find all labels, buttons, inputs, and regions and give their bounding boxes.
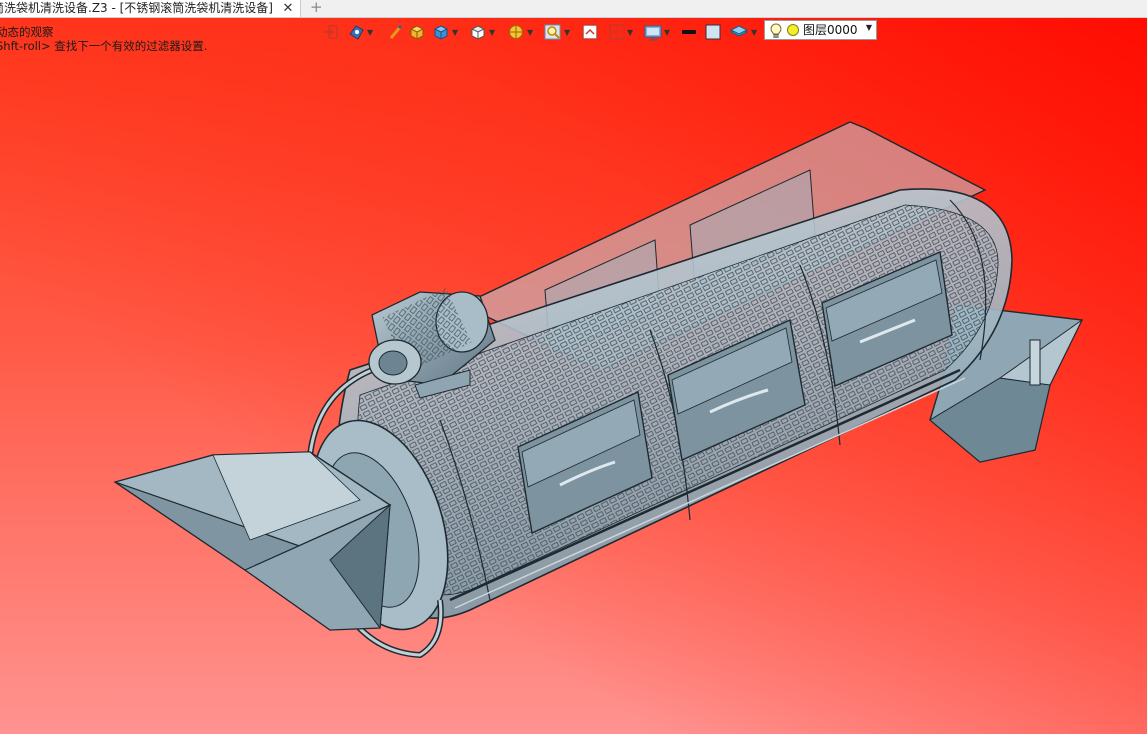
display-settings-icon[interactable]	[644, 22, 662, 42]
status-message-line-2: Shft-roll> 查找下一个有效的过滤器设置.	[0, 39, 208, 53]
view-cube-dropdown-icon[interactable]: ▼	[452, 28, 458, 37]
drum-washer-model	[113, 121, 1084, 659]
grid-layout-icon[interactable]	[608, 22, 626, 42]
document-tab[interactable]: 筒洗袋机清洗设备.Z3 - [不锈钢滚筒洗袋机清洗设备] ✕	[0, 0, 301, 17]
fit-red-icon[interactable]	[581, 22, 599, 42]
layer-name: 图层0000	[803, 23, 858, 37]
status-message-line-1: 动态的观察	[0, 25, 54, 39]
layer-color-dot[interactable]	[787, 24, 799, 36]
inlet-hopper	[113, 451, 392, 632]
view-cube-icon[interactable]	[432, 22, 450, 42]
section-icon[interactable]	[507, 22, 525, 42]
new-tab-icon[interactable]: +	[310, 0, 323, 16]
cube-color-icon[interactable]	[408, 22, 426, 42]
layer-dropdown-icon[interactable]: ▼	[866, 23, 872, 32]
render-mode-dropdown-icon[interactable]: ▼	[367, 28, 373, 37]
line-color-icon[interactable]	[680, 22, 698, 42]
close-tab-icon[interactable]: ✕	[280, 0, 296, 17]
render-mode-icon[interactable]	[347, 22, 365, 42]
layer-stack-dropdown-icon[interactable]: ▼	[751, 28, 757, 37]
lightbulb-icon[interactable]	[770, 23, 782, 43]
iso-view-dropdown-icon[interactable]: ▼	[489, 28, 495, 37]
display-settings-dropdown-icon[interactable]: ▼	[664, 28, 670, 37]
view-align-icon[interactable]	[322, 22, 340, 42]
layer-select[interactable]: 图层0000 ▼	[764, 20, 877, 40]
document-tab-bar: 筒洗袋机清洗设备.Z3 - [不锈钢滚筒洗袋机清洗设备] ✕ +	[0, 0, 1147, 18]
3d-viewport[interactable]: 动态的观察 Shft-roll> 查找下一个有效的过滤器设置. ▼ ▼ ▼ ▼	[0, 18, 1147, 734]
zoom-search-icon[interactable]	[544, 22, 562, 42]
iso-view-icon[interactable]	[469, 22, 487, 42]
zoom-dropdown-icon[interactable]: ▼	[564, 28, 570, 37]
fill-color-icon[interactable]	[704, 22, 722, 42]
section-dropdown-icon[interactable]: ▼	[527, 28, 533, 37]
layer-stack-icon[interactable]	[729, 22, 749, 42]
document-tab-title: 筒洗袋机清洗设备.Z3 - [不锈钢滚筒洗袋机清洗设备]	[0, 1, 273, 15]
grid-layout-dropdown-icon[interactable]: ▼	[627, 28, 633, 37]
edit-pen-icon[interactable]	[387, 22, 405, 42]
